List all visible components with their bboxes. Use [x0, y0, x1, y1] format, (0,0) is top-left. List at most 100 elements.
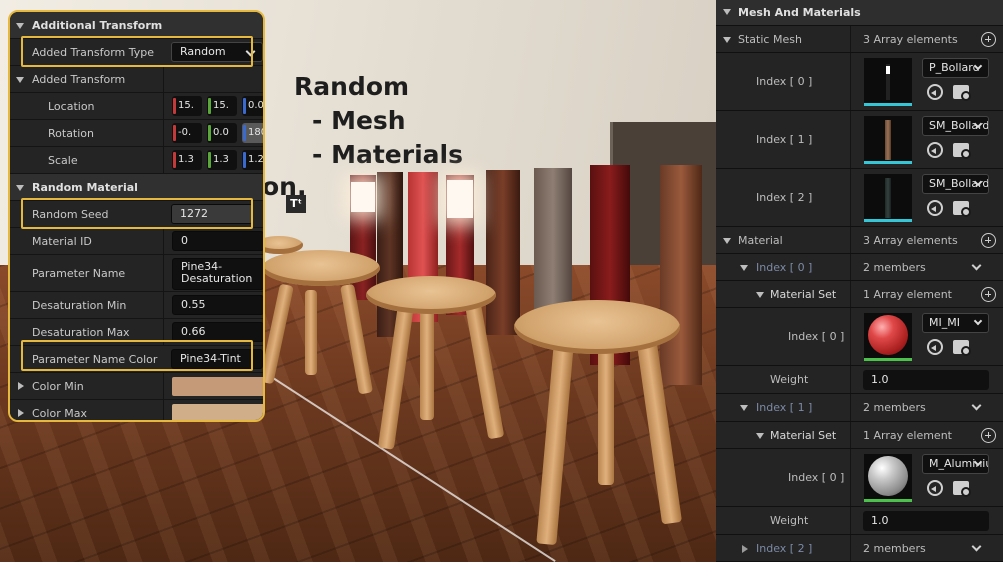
text-actor-icon[interactable]: Tᵗ [286, 195, 306, 213]
category-random-material[interactable]: Random Material [10, 174, 263, 201]
random-seed-input[interactable]: 1272 [171, 204, 253, 224]
use-selected-asset-icon[interactable] [927, 142, 943, 158]
expand-arrow-icon[interactable] [18, 382, 24, 390]
rotation-x-input[interactable]: -0. [172, 123, 202, 143]
added-transform-group[interactable]: Added Transform [10, 66, 263, 93]
material-id-row: Material ID 0 [10, 228, 263, 255]
material-element-1[interactable]: Index [ 1 ] 2 members [716, 394, 1003, 422]
expand-arrow-icon[interactable] [723, 9, 731, 15]
array-index-label: Index [ 1 ] [756, 133, 813, 146]
use-selected-asset-icon[interactable] [927, 84, 943, 100]
color-max-row[interactable]: Color Max [10, 400, 263, 420]
add-element-icon[interactable] [981, 428, 996, 443]
mesh-asset-dropdown[interactable]: SM_Bollard [922, 174, 989, 194]
random-seed-label: Random Seed [32, 208, 109, 221]
stool-leg [305, 290, 317, 375]
material-thumbnail[interactable] [864, 454, 912, 502]
static-mesh-element-0: Index [ 0 ] P_Bollard [716, 53, 1003, 111]
expand-arrow-icon[interactable] [756, 433, 764, 439]
add-element-icon[interactable] [981, 233, 996, 248]
browse-asset-icon[interactable] [953, 143, 971, 159]
members-count: 2 members [863, 261, 926, 274]
browse-asset-icon[interactable] [953, 481, 971, 497]
expand-arrow-icon[interactable] [723, 37, 731, 43]
scale-z-input[interactable]: 1.2 [242, 150, 263, 170]
location-y-input[interactable]: 15. [207, 96, 237, 116]
location-x-input[interactable]: 15. [172, 96, 202, 116]
parameter-name-input[interactable]: Pine34-Desaturation [172, 258, 263, 290]
chevron-down-icon[interactable] [971, 541, 982, 552]
members-count: 2 members [863, 542, 926, 555]
expand-arrow-icon[interactable] [16, 185, 24, 191]
members-count: 2 members [863, 401, 926, 414]
add-element-icon[interactable] [981, 32, 996, 47]
material-set-row[interactable]: Material Set 1 Array element [716, 281, 1003, 308]
material-asset-dropdown[interactable]: M_Aluminium [922, 454, 989, 474]
added-transform-type-dropdown[interactable]: Random [171, 42, 263, 62]
material-set-row[interactable]: Material Set 1 Array element [716, 422, 1003, 449]
mesh-thumbnail[interactable] [864, 116, 912, 164]
browse-asset-icon[interactable] [953, 340, 971, 356]
expand-arrow-icon[interactable] [16, 23, 24, 29]
added-transform-type-label: Added Transform Type [32, 46, 155, 59]
material-element-2[interactable]: Index [ 2 ] 2 members [716, 535, 1003, 562]
use-selected-asset-icon[interactable] [927, 339, 943, 355]
weight-input[interactable]: 1.0 [863, 370, 989, 390]
add-element-icon[interactable] [981, 287, 996, 302]
static-mesh-count: 3 Array elements [863, 33, 958, 46]
expand-arrow-icon[interactable] [18, 409, 24, 417]
rotation-label: Rotation [48, 127, 95, 140]
material-element-0[interactable]: Index [ 0 ] 2 members [716, 254, 1003, 281]
weight-input[interactable]: 1.0 [863, 511, 989, 531]
color-min-row[interactable]: Color Min [10, 373, 263, 400]
use-selected-asset-icon[interactable] [927, 480, 943, 496]
desaturation-max-input[interactable]: 0.66 [172, 322, 263, 342]
material-set-count: 1 Array element [863, 429, 952, 442]
mesh-asset-dropdown[interactable]: P_Bollard [922, 58, 989, 78]
scene-text-mesh: - Mesh [312, 106, 406, 135]
bollard[interactable] [660, 165, 702, 385]
mesh-thumbnail[interactable] [864, 58, 912, 106]
chevron-down-icon[interactable] [971, 400, 982, 411]
array-index-label: Index [ 2 ] [756, 191, 813, 204]
static-mesh-row[interactable]: Static Mesh 3 Array elements [716, 26, 1003, 53]
material-row[interactable]: Material 3 Array elements [716, 227, 1003, 254]
bollard[interactable] [486, 170, 520, 335]
category-additional-transform[interactable]: Additional Transform [10, 12, 263, 39]
mesh-asset-dropdown[interactable]: SM_Bollard [922, 116, 989, 136]
use-selected-asset-icon[interactable] [927, 200, 943, 216]
mesh-thumbnail[interactable] [864, 174, 912, 222]
location-z-input[interactable]: 0.0 [242, 96, 263, 116]
browse-asset-icon[interactable] [953, 201, 971, 217]
color-max-swatch[interactable] [172, 404, 263, 420]
weight-row: Weight 1.0 [716, 507, 1003, 535]
stool-seat[interactable] [514, 300, 680, 354]
scale-row: Scale 1.3 1.3 1.2 [10, 147, 263, 174]
scale-y-input[interactable]: 1.3 [207, 150, 237, 170]
expand-arrow-icon[interactable] [740, 405, 748, 411]
stool-seat[interactable] [262, 250, 380, 286]
material-id-input[interactable]: 0 [172, 231, 263, 251]
browse-asset-icon[interactable] [953, 85, 971, 101]
expand-arrow-icon[interactable] [16, 77, 24, 83]
scale-x-input[interactable]: 1.3 [172, 150, 202, 170]
color-min-swatch[interactable] [172, 377, 263, 396]
added-transform-label: Added Transform [32, 73, 126, 86]
material-asset-dropdown[interactable]: MI_MI [922, 313, 989, 333]
array-index-label: Index [ 1 ] [756, 401, 813, 414]
chevron-down-icon[interactable] [971, 260, 982, 271]
parameter-name-color-input[interactable]: Pine34-Tint [171, 349, 263, 369]
stool-seat[interactable] [366, 276, 496, 314]
random-seed-row: Random Seed 1272 [10, 201, 263, 228]
expand-arrow-icon[interactable] [742, 545, 748, 553]
material-thumbnail[interactable] [864, 313, 912, 361]
desaturation-min-input[interactable]: 0.55 [172, 295, 263, 315]
expand-arrow-icon[interactable] [756, 292, 764, 298]
rotation-z-input[interactable]: 180 [242, 123, 263, 143]
array-index-label: Index [ 2 ] [756, 542, 813, 555]
category-mesh-and-materials[interactable]: Mesh And Materials [716, 0, 1003, 26]
parameter-name-row: Parameter Name Pine34-Desaturation [10, 255, 263, 292]
expand-arrow-icon[interactable] [723, 238, 731, 244]
expand-arrow-icon[interactable] [740, 265, 748, 271]
rotation-y-input[interactable]: 0.0 [207, 123, 237, 143]
